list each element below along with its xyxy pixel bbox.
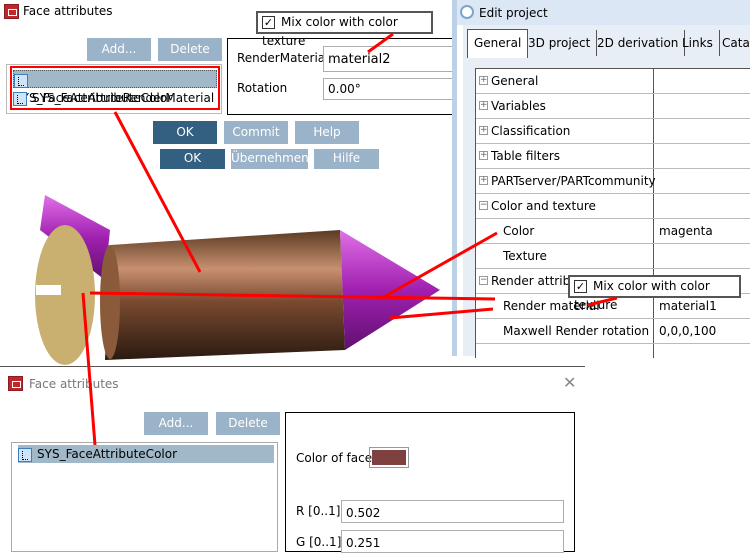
- list-item-label: SYS_FaceAttributeColor: [37, 447, 178, 461]
- property-row[interactable]: Maxwell Render rotation 0,0,0,100: [476, 319, 750, 344]
- tab-general[interactable]: General: [467, 29, 529, 58]
- commit-button[interactable]: Commit: [224, 121, 288, 144]
- dialog-title: Face attributes: [23, 4, 113, 18]
- dialog-title: Face attributes: [29, 377, 119, 391]
- collapse-icon[interactable]: −: [479, 276, 488, 285]
- expand-icon[interactable]: +: [479, 101, 488, 110]
- property-row[interactable]: + PARTserver/PARTcommunity: [476, 169, 750, 194]
- property-row[interactable]: + Variables: [476, 94, 750, 119]
- color-of-face-label: Color of face: [296, 451, 373, 465]
- app-icon: [4, 4, 19, 19]
- list-item[interactable]: SYS_FaceAttributeRenderMaterial: [13, 70, 217, 105]
- screw-3d-model: [35, 195, 440, 365]
- apply-button-de[interactable]: Übernehmen: [231, 149, 309, 169]
- attribute-icon: [13, 91, 27, 106]
- property-name: Color: [503, 224, 535, 238]
- expand-icon[interactable]: +: [479, 126, 488, 135]
- color-swatch[interactable]: [369, 447, 409, 468]
- close-icon[interactable]: ✕: [563, 373, 576, 392]
- screw-tip: [340, 230, 440, 350]
- mix-color-checkbox[interactable]: ✓ Mix color with color texture: [256, 11, 433, 48]
- help-button-de[interactable]: Hilfe: [314, 149, 379, 169]
- screw-shaft: [105, 230, 345, 360]
- property-row[interactable]: Color magenta: [476, 219, 750, 244]
- delete-button[interactable]: Delete: [216, 412, 280, 435]
- checkmark-icon: ✓: [574, 280, 587, 293]
- r-input[interactable]: 0.502: [341, 500, 564, 523]
- property-name: Maxwell Render rotation: [503, 324, 650, 338]
- add-button[interactable]: Add...: [144, 412, 208, 435]
- rotation-input[interactable]: 0.00°: [323, 78, 463, 100]
- edit-project-window: Edit project General 3D project 2D deriv…: [452, 0, 750, 358]
- r-label: R [0..1]:: [296, 504, 345, 518]
- render-material-label: RenderMaterial: [237, 51, 329, 65]
- add-button[interactable]: Add...: [87, 38, 151, 61]
- expand-icon[interactable]: +: [479, 76, 488, 85]
- property-row[interactable]: + Classification: [476, 119, 750, 144]
- property-value: magenta: [659, 224, 713, 238]
- top-face-attributes-dialog: Face attributes Add... Delete SYS_FaceAt…: [0, 0, 463, 175]
- tab-2d-derivation[interactable]: 2D derivation: [591, 30, 686, 56]
- property-name: Color and texture: [491, 199, 596, 213]
- g-label: G [0..1]:: [296, 535, 346, 549]
- tab-catalog[interactable]: Catalo: [716, 30, 750, 56]
- property-row[interactable]: Texture: [476, 244, 750, 269]
- property-name: Table filters: [491, 149, 561, 163]
- expand-icon[interactable]: +: [479, 176, 488, 185]
- app-icon: [8, 376, 23, 391]
- list-item-label: SYS_FaceAttributeColor: [32, 91, 173, 105]
- property-name: Texture: [503, 249, 547, 263]
- g-input[interactable]: 0.251: [341, 530, 564, 553]
- property-row[interactable]: + Table filters: [476, 144, 750, 169]
- bottom-face-attributes-dialog: Face attributes ✕ Add... Delete SYS_Face…: [0, 366, 585, 553]
- window-title: Edit project: [479, 6, 548, 20]
- rotation-label: Rotation: [237, 81, 288, 95]
- property-name: Variables: [491, 99, 546, 113]
- attribute-icon: [18, 447, 32, 462]
- property-name: Classification: [491, 124, 571, 138]
- property-name: General: [491, 74, 539, 88]
- mix-color-checkbox-2[interactable]: ✓ Mix color with color texture: [568, 275, 741, 312]
- property-value: 0,0,0,100: [659, 324, 717, 338]
- render-material-input[interactable]: material2: [323, 46, 463, 72]
- ok-button-de[interactable]: OK: [160, 149, 225, 169]
- property-row[interactable]: + General: [476, 69, 750, 94]
- ok-button[interactable]: OK: [153, 121, 217, 144]
- tab-links[interactable]: Links: [676, 30, 720, 56]
- property-name: PARTserver/PARTcommunity: [491, 174, 656, 188]
- list-item[interactable]: SYS_FaceAttributeColor: [13, 89, 217, 107]
- checkmark-icon: ✓: [262, 16, 275, 29]
- tab-3d-project[interactable]: 3D project: [522, 30, 598, 56]
- expand-icon[interactable]: +: [479, 151, 488, 160]
- attribute-icon: [14, 73, 28, 88]
- window-icon: [460, 5, 474, 19]
- help-button[interactable]: Help: [295, 121, 359, 144]
- list-item[interactable]: SYS_FaceAttributeColor: [18, 445, 274, 463]
- property-row[interactable]: − Color and texture: [476, 194, 750, 219]
- delete-button[interactable]: Delete: [158, 38, 222, 61]
- collapse-icon[interactable]: −: [479, 201, 488, 210]
